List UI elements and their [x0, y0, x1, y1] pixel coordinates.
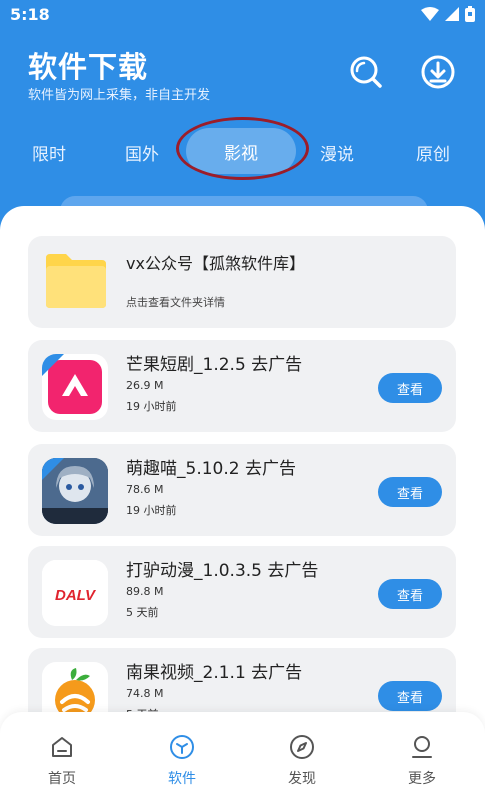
tab-comics[interactable]: 漫说: [320, 140, 354, 165]
app-size: 89.8 M: [126, 585, 164, 598]
folder-card[interactable]: vx公众号【孤煞软件库】 点击查看文件夹详情: [28, 236, 456, 328]
view-button[interactable]: 查看: [378, 579, 442, 609]
search-button[interactable]: [346, 52, 386, 92]
view-button[interactable]: 查看: [378, 477, 442, 507]
download-button[interactable]: [418, 52, 458, 92]
app-size: 78.6 M: [126, 483, 164, 496]
nav-home[interactable]: 首页: [22, 726, 102, 788]
app-time: 19 小时前: [126, 400, 177, 413]
mango-drama-icon: [42, 354, 108, 420]
tab-foreign[interactable]: 国外: [125, 140, 159, 165]
page-subtitle: 软件皆为网上采集，非自主开发: [28, 88, 211, 103]
battery-icon: [465, 6, 475, 22]
category-tabs: 限时 国外 影视 漫说 原创: [0, 128, 485, 174]
status-icons: [421, 6, 475, 22]
folder-subtitle: 点击查看文件夹详情: [126, 296, 225, 309]
status-time: 5:18: [10, 5, 50, 24]
status-bar: 5:18: [0, 0, 485, 30]
cube-icon: [170, 735, 194, 759]
app-card-mengqumiao[interactable]: 萌趣喵_5.10.2 去广告 78.6 M 19 小时前 查看: [28, 444, 456, 536]
nav-software[interactable]: 软件: [142, 726, 222, 788]
nav-discover[interactable]: 发现: [262, 726, 342, 788]
app-size: 74.8 M: [126, 687, 164, 700]
app-card-dalv[interactable]: DALV 打驴动漫_1.0.3.5 去广告 89.8 M 5 天前 查看: [28, 546, 456, 638]
folder-title: vx公众号【孤煞软件库】: [126, 254, 305, 273]
app-name: 萌趣喵_5.10.2 去广告: [126, 459, 296, 479]
app-name: 打驴动漫_1.0.3.5 去广告: [126, 561, 319, 581]
nav-label: 首页: [48, 771, 76, 787]
nav-label: 发现: [288, 771, 316, 787]
app-time: 19 小时前: [126, 504, 177, 517]
view-button[interactable]: 查看: [378, 373, 442, 403]
folder-icon: [46, 254, 106, 308]
app-name: 芒果短剧_1.2.5 去广告: [126, 355, 303, 375]
app-name: 南果视频_2.1.1 去广告: [126, 663, 303, 683]
app-size: 26.9 M: [126, 379, 164, 392]
nav-label: 更多: [408, 771, 436, 787]
user-icon: [412, 736, 432, 758]
signal-icon: [445, 7, 459, 21]
home-icon: [52, 737, 72, 757]
bottom-nav: 首页 软件 发现 更多: [0, 712, 485, 808]
view-button[interactable]: 查看: [378, 681, 442, 711]
wifi-icon: [421, 7, 439, 21]
dalv-logo-text: DALV: [55, 587, 97, 604]
page-title: 软件下载: [28, 50, 149, 84]
tab-original[interactable]: 原创: [416, 140, 450, 165]
nav-more[interactable]: 更多: [382, 726, 462, 788]
download-icon: [421, 55, 455, 89]
tab-limited[interactable]: 限时: [32, 140, 66, 165]
tab-video[interactable]: 影视: [186, 128, 296, 174]
anime-girl-icon: [42, 458, 108, 524]
nav-label: 软件: [168, 771, 196, 787]
search-icon: [350, 56, 382, 88]
dalv-logo-icon: DALV: [42, 560, 108, 626]
compass-icon: [290, 735, 314, 759]
app-time: 5 天前: [126, 606, 159, 619]
app-card-mango[interactable]: 芒果短剧_1.2.5 去广告 26.9 M 19 小时前 查看: [28, 340, 456, 432]
